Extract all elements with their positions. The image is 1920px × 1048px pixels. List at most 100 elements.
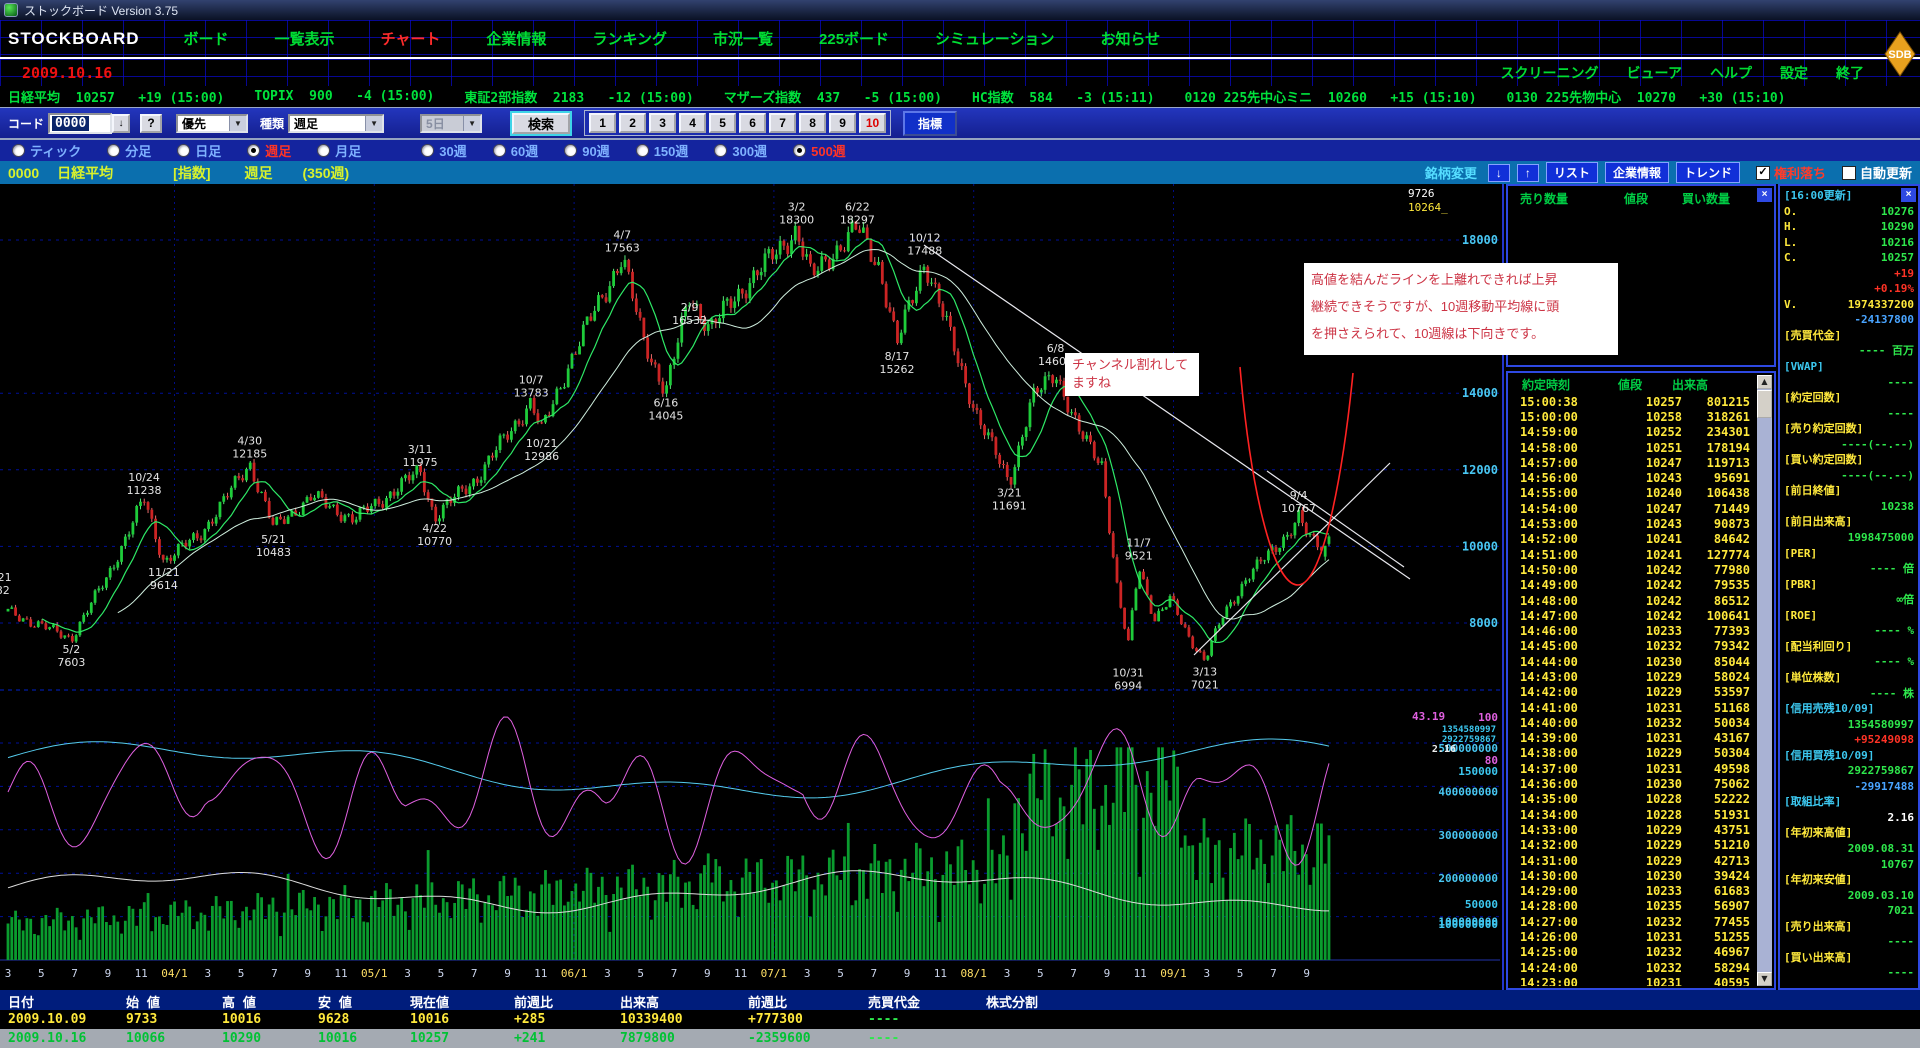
menu-item-企業情報[interactable]: 企業情報 bbox=[486, 28, 546, 49]
ticker-segment: 0130 225先物中心 10270 +30 (15:10) bbox=[1507, 87, 1786, 106]
quote-line: ∞倍 bbox=[1784, 592, 1914, 608]
menu-item-終了[interactable]: 終了 bbox=[1836, 63, 1864, 83]
menu-item-ボード[interactable]: ボード bbox=[184, 28, 229, 49]
radio-ティック[interactable]: ティック bbox=[12, 141, 81, 160]
svg-text:3/21: 3/21 bbox=[997, 487, 1022, 500]
scroll-down-icon[interactable]: ▼ bbox=[1757, 972, 1772, 986]
page-button-8[interactable]: 8 bbox=[799, 113, 826, 133]
trade-row: 14:58:0010251178194 bbox=[1510, 440, 1756, 455]
trade-price: 10231 bbox=[1612, 976, 1682, 986]
radio-icon bbox=[564, 144, 577, 157]
trade-time: 14:59:00 bbox=[1510, 425, 1612, 439]
trade-row: 14:35:001022852222 bbox=[1510, 792, 1756, 807]
page-button-6[interactable]: 6 bbox=[739, 113, 766, 133]
trade-volume: 100641 bbox=[1682, 609, 1756, 623]
table-header-cell: 高 値 bbox=[222, 992, 256, 1011]
search-button[interactable]: 検索 bbox=[512, 113, 570, 134]
radio-300週[interactable]: 300週 bbox=[714, 141, 767, 160]
close-icon[interactable]: × bbox=[1757, 188, 1772, 202]
infobar-button-↓[interactable]: ↓ bbox=[1488, 164, 1510, 182]
infobar-button-リスト[interactable]: リスト bbox=[1546, 162, 1598, 183]
radio-90週[interactable]: 90週 bbox=[564, 141, 609, 160]
menu-item-一覧表示[interactable]: 一覧表示 bbox=[275, 28, 335, 49]
table-row-selected[interactable]: 2009.10.1610066102901001610257+241787980… bbox=[0, 1029, 1920, 1048]
code-spin-button[interactable]: ↓ bbox=[112, 114, 130, 133]
svg-text:1354580997: 1354580997 bbox=[1442, 725, 1496, 735]
infobar-button-↑[interactable]: ↑ bbox=[1517, 164, 1539, 182]
stockboard-logo: STOCKBOARD bbox=[8, 29, 140, 49]
close-icon[interactable]: × bbox=[1901, 188, 1916, 202]
table-cell: 10339400 bbox=[620, 1012, 683, 1027]
quote-value: ----(--.--) bbox=[1841, 437, 1914, 453]
checkbox-権利落ち[interactable]: ✓ bbox=[1756, 166, 1770, 180]
page-button-9[interactable]: 9 bbox=[829, 113, 856, 133]
page-button-3[interactable]: 3 bbox=[649, 113, 676, 133]
page-button-7[interactable]: 7 bbox=[769, 113, 796, 133]
page-button-2[interactable]: 2 bbox=[619, 113, 646, 133]
radio-月足[interactable]: 月足 bbox=[317, 141, 361, 160]
trade-time-header: 約定時刻 bbox=[1522, 376, 1570, 393]
svg-text:10/21: 10/21 bbox=[526, 437, 558, 450]
trade-price: 10230 bbox=[1612, 655, 1682, 669]
menu-item-225ボード[interactable]: 225ボード bbox=[819, 28, 889, 49]
menu-item-シミュレーション[interactable]: シミュレーション bbox=[935, 28, 1054, 49]
menu-item-チャート[interactable]: チャート bbox=[381, 28, 441, 49]
trade-price: 10229 bbox=[1612, 670, 1682, 684]
quote-label: L. bbox=[1784, 235, 1797, 251]
svg-text:5: 5 bbox=[837, 967, 844, 980]
chevron-down-icon: ▼ bbox=[229, 116, 246, 131]
ticker-segment: マザーズ指数 437 -5 (15:00) bbox=[724, 87, 942, 106]
help-button[interactable]: ? bbox=[140, 114, 162, 133]
trade-row: 14:51:0010241127774 bbox=[1510, 547, 1756, 562]
quote-value: ---- 百万 bbox=[1859, 343, 1914, 359]
page-button-4[interactable]: 4 bbox=[679, 113, 706, 133]
radio-週足[interactable]: 週足 bbox=[247, 141, 291, 160]
menu-item-ランキング[interactable]: ランキング bbox=[592, 28, 667, 49]
radio-分足[interactable]: 分足 bbox=[107, 141, 151, 160]
svg-text:3: 3 bbox=[404, 967, 411, 980]
trade-time: 15:00:00 bbox=[1510, 410, 1612, 424]
index-ticker-row: 日経平均 10257 +19 (15:00)TOPIX 900 -4 (15:0… bbox=[0, 86, 1920, 107]
trade-row: 14:34:001022851931 bbox=[1510, 807, 1756, 822]
priority-dropdown[interactable]: 優先 ▼ bbox=[176, 114, 248, 133]
checkbox-自動更新[interactable] bbox=[1842, 166, 1856, 180]
svg-text:17563: 17563 bbox=[605, 242, 640, 255]
code-input[interactable]: 0000 bbox=[48, 113, 112, 134]
trade-volume: 90873 bbox=[1682, 517, 1756, 531]
radio-150週[interactable]: 150週 bbox=[636, 141, 689, 160]
infobar-button-企業情報[interactable]: 企業情報 bbox=[1605, 162, 1669, 183]
table-header-cell: 株式分割 bbox=[986, 992, 1038, 1011]
menu-item-ヘルプ[interactable]: ヘルプ bbox=[1710, 63, 1752, 83]
radio-500週[interactable]: 500週 bbox=[793, 141, 846, 160]
scrollbar-thumb[interactable] bbox=[1757, 390, 1772, 418]
quote-value: ---- % bbox=[1874, 654, 1914, 670]
menu-item-ビューア[interactable]: ビューア bbox=[1627, 63, 1682, 83]
time-sales-scrollbar[interactable]: ▲ ▼ bbox=[1757, 375, 1772, 986]
menu-item-スクリーニング[interactable]: スクリーニング bbox=[1501, 63, 1599, 83]
trade-volume: 40595 bbox=[1682, 976, 1756, 986]
table-row[interactable]: 2009.10.09973310016962810016+28510339400… bbox=[0, 1010, 1920, 1029]
trade-price: 10241 bbox=[1612, 532, 1682, 546]
svg-text:18300: 18300 bbox=[779, 214, 814, 227]
radio-label: 30週 bbox=[439, 141, 466, 160]
radio-30週[interactable]: 30週 bbox=[421, 141, 466, 160]
scroll-up-icon[interactable]: ▲ bbox=[1757, 375, 1772, 389]
quote-line: C.10257 bbox=[1784, 250, 1914, 266]
radio-60週[interactable]: 60週 bbox=[493, 141, 538, 160]
menu-item-お知らせ[interactable]: お知らせ bbox=[1100, 28, 1160, 49]
menu-item-設定[interactable]: 設定 bbox=[1780, 63, 1808, 83]
page-button-5[interactable]: 5 bbox=[709, 113, 736, 133]
annotation-line: を押さえられて、10週線は下向きです。 bbox=[1311, 320, 1611, 347]
radio-icon bbox=[493, 144, 506, 157]
page-button-1[interactable]: 1 bbox=[589, 113, 616, 133]
type-dropdown[interactable]: 週足 ▼ bbox=[288, 114, 384, 133]
menu-item-市況一覧[interactable]: 市況一覧 bbox=[713, 28, 773, 49]
page-button-10[interactable]: 10 bbox=[859, 113, 886, 133]
indicator-button[interactable]: 指標 bbox=[903, 111, 957, 136]
trade-time: 14:51:00 bbox=[1510, 548, 1612, 562]
trade-volume: 53597 bbox=[1682, 685, 1756, 699]
radio-日足[interactable]: 日足 bbox=[177, 141, 221, 160]
table-cell: 10290 bbox=[222, 1031, 261, 1046]
infobar-button-トレンド[interactable]: トレンド bbox=[1676, 162, 1740, 183]
price-header: 値段 bbox=[1624, 190, 1648, 207]
